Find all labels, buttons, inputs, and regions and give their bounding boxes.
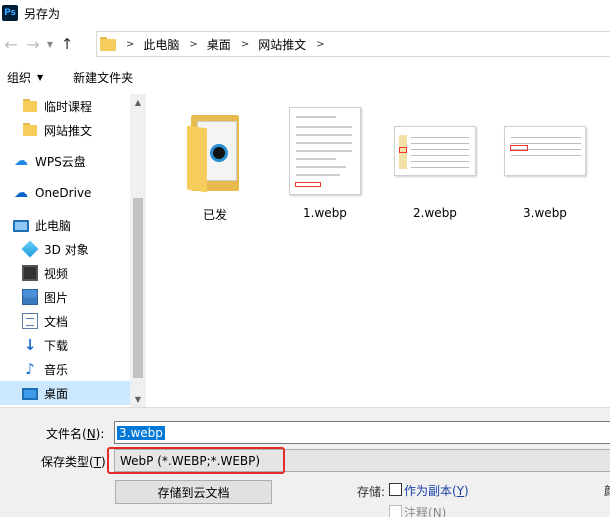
save-options-panel: 文件名(N): 3.webp 保存类型(T) WebP (*.WEBP;*.WE… bbox=[0, 407, 610, 517]
sidebar-item-pictures[interactable]: 图片 bbox=[0, 285, 130, 309]
chevron-right-icon[interactable]: > bbox=[316, 39, 324, 50]
file-item-folder[interactable]: 已发 bbox=[170, 102, 260, 222]
filetype-label: 保存类型(T) bbox=[41, 455, 106, 469]
sidebar-item-music[interactable]: ♪ 音乐 bbox=[0, 357, 130, 381]
window-title: 另存为 bbox=[24, 6, 61, 21]
sidebar-item-desktop[interactable]: 桌面 bbox=[0, 381, 130, 405]
navigation-pane: 临时课程 网站推文 ☁ WPS云盘 ☁ OneDrive 此电脑 3D 对象 视… bbox=[0, 94, 130, 407]
image-thumbnail bbox=[280, 102, 370, 200]
highlight-box bbox=[107, 447, 285, 474]
store-label: 存储: bbox=[357, 485, 386, 499]
caret-down-icon: ▼ bbox=[37, 72, 44, 82]
folder-icon bbox=[183, 111, 247, 193]
image-thumbnail bbox=[390, 102, 480, 200]
arrow-left-icon: ← bbox=[4, 34, 18, 54]
sidebar-item-documents[interactable]: 文档 bbox=[0, 309, 130, 333]
sidebar-item-label: 桌面 bbox=[44, 386, 69, 401]
save-as-copy-label[interactable]: 作为副本(Y) bbox=[404, 482, 469, 499]
organize-label: 组织 bbox=[7, 70, 32, 85]
arrow-up-icon: ↑ bbox=[60, 35, 74, 53]
file-item-image[interactable]: 3.webp bbox=[500, 102, 590, 222]
image-file-icon bbox=[289, 107, 361, 195]
chevron-right-icon[interactable]: > bbox=[189, 39, 197, 50]
sidebar-item-label: 音乐 bbox=[44, 362, 69, 377]
sidebar-item-label: 此电脑 bbox=[35, 218, 72, 233]
scroll-down-icon[interactable]: ▼ bbox=[130, 391, 146, 407]
breadcrumb-desktop[interactable]: 桌面 bbox=[207, 36, 231, 53]
sidebar-item-label: 临时课程 bbox=[44, 99, 93, 114]
3d-objects-icon bbox=[21, 240, 39, 258]
sidebar-item-temp-courses[interactable]: 临时课程 bbox=[0, 94, 130, 118]
sidebar-item-downloads[interactable]: ↓ 下载 bbox=[0, 333, 130, 357]
chevron-right-icon[interactable]: > bbox=[126, 39, 134, 50]
color-label-partial: 颜 bbox=[604, 482, 610, 499]
sidebar-item-3d-objects[interactable]: 3D 对象 bbox=[0, 237, 130, 261]
sidebar-item-label: 网站推文 bbox=[44, 123, 93, 138]
folder-icon bbox=[100, 37, 116, 51]
file-name: 2.webp bbox=[413, 206, 457, 220]
sidebar-item-this-pc[interactable]: 此电脑 bbox=[0, 213, 130, 237]
onedrive-icon: ☁ bbox=[14, 185, 28, 201]
wps-cloud-icon: ☁ bbox=[14, 153, 28, 169]
chevron-down-icon: ▼ bbox=[46, 39, 54, 49]
sidebar-item-label: 文档 bbox=[44, 314, 69, 329]
notes-label[interactable]: 注释(N) bbox=[404, 504, 446, 517]
back-button[interactable]: ← bbox=[0, 32, 22, 56]
sidebar-item-label: 3D 对象 bbox=[44, 242, 89, 257]
navigation-bar: ← → ▼ ↑ > 此电脑 > 桌面 > 网站推文 > bbox=[0, 28, 610, 60]
sidebar-item-videos[interactable]: 视频 bbox=[0, 261, 130, 285]
sidebar-item-label: 视频 bbox=[44, 266, 69, 281]
save-to-cloud-button[interactable]: 存储到云文档 bbox=[115, 480, 272, 504]
breadcrumb-this-pc[interactable]: 此电脑 bbox=[143, 36, 179, 53]
sidebar-item-label: 图片 bbox=[44, 290, 69, 305]
forward-button[interactable]: → bbox=[22, 32, 44, 56]
filename-value: 3.webp bbox=[117, 425, 165, 440]
sidebar-item-label: 下载 bbox=[44, 338, 69, 353]
save-as-copy-checkbox[interactable] bbox=[389, 483, 402, 496]
notes-checkbox[interactable] bbox=[389, 505, 402, 517]
sidebar-scrollbar[interactable]: ▲ ▼ bbox=[130, 94, 146, 407]
sidebar-item-label: OneDrive bbox=[35, 186, 92, 200]
scrollbar-thumb[interactable] bbox=[133, 198, 143, 378]
pictures-icon bbox=[22, 289, 38, 305]
organize-button[interactable]: 组织 ▼ bbox=[7, 69, 43, 86]
computer-icon bbox=[13, 220, 29, 232]
download-icon: ↓ bbox=[23, 336, 37, 354]
folder-thumbnail bbox=[170, 102, 260, 200]
new-folder-button[interactable]: 新建文件夹 bbox=[73, 69, 133, 86]
file-item-image[interactable]: 1.webp bbox=[280, 102, 370, 222]
photoshop-app-icon: Ps bbox=[2, 5, 18, 21]
filename-input[interactable]: 3.webp bbox=[114, 421, 610, 444]
file-item-image[interactable]: 2.webp bbox=[390, 102, 480, 222]
up-button[interactable]: ↑ bbox=[56, 32, 78, 56]
breadcrumb-website-posts[interactable]: 网站推文 bbox=[258, 36, 306, 53]
address-bar[interactable]: > 此电脑 > 桌面 > 网站推文 > bbox=[96, 31, 610, 57]
file-name: 已发 bbox=[202, 208, 227, 222]
desktop-icon bbox=[22, 388, 38, 400]
sidebar-item-wps-cloud[interactable]: ☁ WPS云盘 bbox=[0, 149, 130, 173]
arrow-right-icon: → bbox=[26, 34, 40, 54]
scroll-up-icon[interactable]: ▲ bbox=[130, 94, 146, 110]
folder-icon bbox=[22, 122, 38, 138]
sidebar-item-label: WPS云盘 bbox=[35, 154, 86, 169]
filename-label: 文件名(N): bbox=[46, 427, 105, 441]
image-thumbnail bbox=[500, 102, 590, 200]
sidebar-item-onedrive[interactable]: ☁ OneDrive bbox=[0, 181, 130, 205]
folder-icon bbox=[22, 98, 38, 114]
file-name: 1.webp bbox=[303, 206, 347, 220]
sidebar-item-website-posts[interactable]: 网站推文 bbox=[0, 118, 130, 142]
command-toolbar: 组织 ▼ 新建文件夹 bbox=[0, 64, 610, 90]
file-name: 3.webp bbox=[523, 206, 567, 220]
title-bar: Ps 另存为 bbox=[0, 0, 610, 26]
video-icon bbox=[22, 265, 38, 281]
image-file-icon bbox=[394, 126, 476, 176]
chevron-right-icon[interactable]: > bbox=[241, 39, 249, 50]
file-list: 已发 1.webp 2.webp 3.webp bbox=[146, 94, 610, 407]
music-icon: ♪ bbox=[25, 360, 35, 378]
recent-locations-button[interactable]: ▼ bbox=[44, 32, 56, 56]
image-file-icon bbox=[504, 126, 586, 176]
documents-icon bbox=[22, 313, 38, 329]
